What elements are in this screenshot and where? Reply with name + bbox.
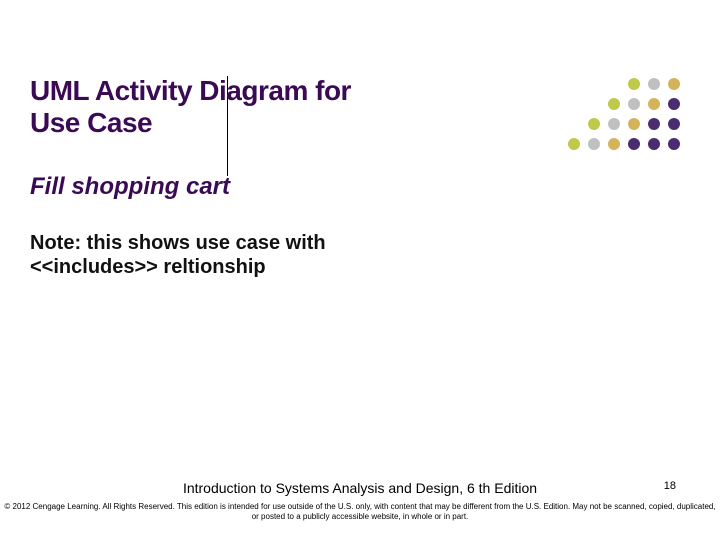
footer-copyright: © 2012 Cengage Learning. All Rights Rese… — [0, 502, 720, 522]
slide-note: Note: this shows use case with <<include… — [30, 231, 370, 279]
slide-title: UML Activity Diagram for Use Case — [30, 75, 370, 139]
slide-subtitle: Fill shopping cart — [30, 173, 370, 201]
slide: UML Activity Diagram for Use Case Fill s… — [0, 0, 720, 540]
content-block: UML Activity Diagram for Use Case Fill s… — [30, 75, 370, 279]
footer: Introduction to Systems Analysis and Des… — [0, 480, 720, 522]
decorative-dot-grid — [566, 76, 682, 152]
footer-book-title: Introduction to Systems Analysis and Des… — [0, 480, 720, 496]
